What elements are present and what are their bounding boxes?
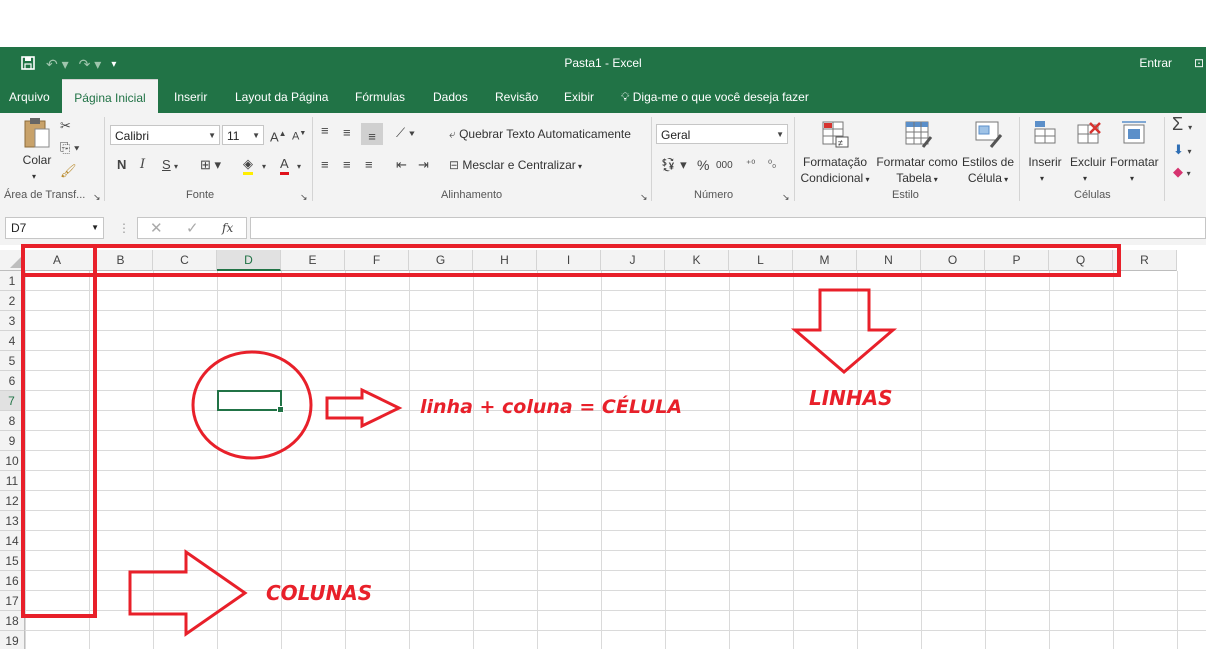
rows-annotation-text: LINHAS [809,386,893,410]
column-a-highlight [21,244,97,618]
arrow-down-icon [790,288,898,374]
cell-circle [191,350,313,460]
arrow-right-icon [325,387,403,429]
columns-annotation-text: COLUNAS [266,581,373,605]
arrow-right-large-icon [128,549,248,637]
column-headers-highlight [21,244,1121,277]
annotation-overlay [21,244,1121,637]
cell-annotation-text: linha + coluna = CÉLULA [420,396,683,418]
